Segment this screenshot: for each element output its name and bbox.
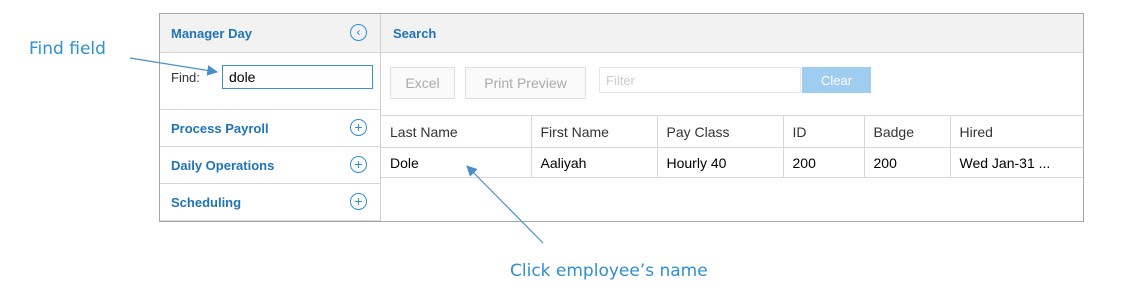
plus-circle-icon[interactable]: + (350, 119, 367, 136)
filter-input[interactable] (599, 67, 801, 93)
column-header-last-name[interactable]: Last Name (381, 115, 532, 148)
search-panel-header: Search (381, 14, 1083, 53)
clear-button[interactable]: Clear (802, 67, 871, 93)
find-input[interactable] (222, 65, 373, 89)
column-header-hired[interactable]: Hired (949, 115, 1083, 148)
sidebar-item-label: Process Payroll (171, 121, 269, 136)
find-label: Find: (171, 70, 200, 85)
employee-pay-class: Hourly 40 (656, 147, 784, 178)
page-title: Search (393, 26, 437, 41)
sidebar-item-scheduling[interactable]: Scheduling + (160, 184, 380, 221)
results-table: Last Name First Name Pay Class ID Badge … (381, 115, 1083, 178)
plus-circle-icon[interactable]: + (350, 156, 367, 173)
print-preview-button[interactable]: Print Preview (465, 67, 586, 99)
column-header-id[interactable]: ID (782, 115, 865, 148)
annotation-click-employee-name: Click employee’s name (510, 261, 708, 281)
chevron-left-icon[interactable]: ‹ (350, 24, 367, 41)
column-header-first-name[interactable]: First Name (530, 115, 658, 148)
employee-hired: Wed Jan-31 ... (949, 147, 1083, 178)
find-row: Find: (160, 53, 380, 110)
employee-id: 200 (782, 147, 865, 178)
excel-button[interactable]: Excel (390, 67, 455, 99)
sidebar-item-label: Scheduling (171, 195, 242, 210)
column-header-pay-class[interactable]: Pay Class (656, 115, 784, 148)
table-header-row: Last Name First Name Pay Class ID Badge … (381, 115, 1083, 148)
sidebar-item-label: Daily Operations (171, 158, 275, 173)
table-row[interactable]: Dole Aaliyah Hourly 40 200 200 Wed Jan-3… (381, 147, 1083, 178)
left-panel: Manager Day ‹ Find: Process Payroll + Da… (160, 14, 381, 221)
column-header-badge[interactable]: Badge (863, 115, 951, 148)
sidebar-item-process-payroll[interactable]: Process Payroll + (160, 110, 380, 147)
employee-first-name: Aaliyah (530, 147, 658, 178)
plus-circle-icon[interactable]: + (350, 193, 367, 210)
sidebar-item-daily-operations[interactable]: Daily Operations + (160, 147, 380, 184)
left-panel-header: Manager Day ‹ (160, 14, 380, 53)
annotation-find-field: Find field (29, 39, 106, 59)
panel-title: Manager Day (171, 26, 252, 41)
toolbar: Excel Print Preview Clear (381, 53, 1083, 110)
employee-badge: 200 (863, 147, 951, 178)
manager-day-app: Manager Day ‹ Find: Process Payroll + Da… (159, 13, 1084, 222)
search-panel: Search Excel Print Preview Clear Last Na… (381, 14, 1083, 221)
employee-last-name[interactable]: Dole (381, 147, 532, 178)
